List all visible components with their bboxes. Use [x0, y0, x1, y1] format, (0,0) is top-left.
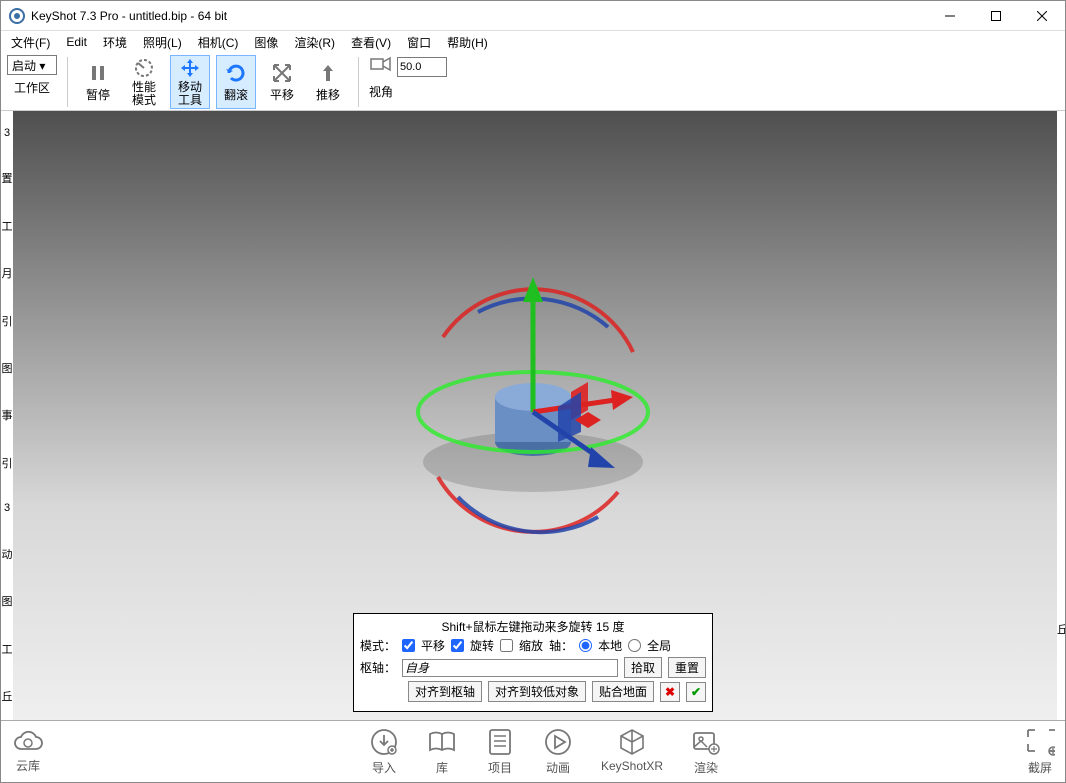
- title-text: KeyShot 7.3 Pro - untitled.bip - 64 bit: [31, 9, 227, 23]
- pause-button[interactable]: 暂停: [78, 55, 118, 109]
- import-button[interactable]: 导入: [369, 727, 399, 776]
- close-button[interactable]: [1019, 1, 1065, 31]
- move-tool-button[interactable]: 移动 工具: [170, 55, 210, 109]
- render-button[interactable]: 渲染: [691, 727, 721, 776]
- workspace-label: 工作区: [14, 79, 50, 96]
- fov-icon: [370, 55, 392, 77]
- dolly-icon: [317, 62, 339, 84]
- screenshot-button[interactable]: 截屏: [1025, 727, 1055, 776]
- radio-local[interactable]: [579, 639, 592, 652]
- tumble-button[interactable]: 翻滚: [216, 55, 256, 109]
- mode-label: 模式：: [360, 637, 396, 654]
- bottom-bar: 云库 导入 库 项目 动画 KeyShotXR 渲染 截屏: [1, 720, 1065, 782]
- menu-image[interactable]: 图像: [248, 32, 284, 53]
- chk-scale[interactable]: [500, 639, 513, 652]
- pivot-label: 枢轴：: [360, 659, 396, 676]
- align-low-button[interactable]: 对齐到较低对象: [488, 681, 586, 702]
- snap-ground-button[interactable]: 贴合地面: [592, 681, 654, 702]
- render-icon: [691, 727, 721, 757]
- menu-bar: 文件(F) Edit 环境 照明(L) 相机(C) 图像 渲染(R) 查看(V)…: [1, 31, 1065, 53]
- pause-icon: [87, 62, 109, 84]
- confirm-button[interactable]: ✔: [686, 682, 706, 702]
- maximize-button[interactable]: [973, 1, 1019, 31]
- pick-button[interactable]: 拾取: [624, 657, 662, 678]
- left-ruler: 3置工月引图事引3动图工丘: [1, 111, 13, 720]
- perf-button[interactable]: 性能 模式: [124, 55, 164, 109]
- viewport[interactable]: 3置工月引图事引3动图工丘 丘 Shift+鼠标左键拖动来多旋转 15 度 模式…: [1, 111, 1065, 720]
- move-icon: [179, 57, 201, 79]
- reset-button[interactable]: 重置: [668, 657, 706, 678]
- perf-icon: [133, 57, 155, 79]
- toolbar-divider: [67, 57, 68, 107]
- menu-light[interactable]: 照明(L): [137, 32, 188, 53]
- project-button[interactable]: 项目: [485, 727, 515, 776]
- align-pivot-button[interactable]: 对齐到枢轴: [408, 681, 482, 702]
- screenshot-icon: [1025, 727, 1055, 757]
- animation-button[interactable]: 动画: [543, 727, 573, 776]
- dolly-button[interactable]: 推移: [308, 55, 348, 109]
- transform-panel: Shift+鼠标左键拖动来多旋转 15 度 模式： 平移 旋转 缩放 轴： 本地…: [353, 613, 713, 712]
- library-button[interactable]: 库: [427, 727, 457, 776]
- title-bar: KeyShot 7.3 Pro - untitled.bip - 64 bit: [1, 1, 1065, 31]
- toolbar-divider: [358, 57, 359, 107]
- radio-global[interactable]: [628, 639, 641, 652]
- cancel-button[interactable]: ✖: [660, 682, 680, 702]
- import-icon: [369, 727, 399, 757]
- toolbar: 启动 ▾ 工作区 暂停 性能 模式 移动 工具 翻滚 平移 推移 视角: [1, 53, 1065, 111]
- app-icon: [9, 8, 25, 24]
- transform-gizmo[interactable]: [383, 242, 683, 542]
- hint-text: Shift+鼠标左键拖动来多旋转 15 度: [360, 618, 706, 635]
- menu-env[interactable]: 环境: [97, 32, 133, 53]
- menu-edit[interactable]: Edit: [60, 33, 93, 51]
- animation-icon: [543, 727, 573, 757]
- xr-icon: [617, 727, 647, 757]
- launch-select[interactable]: 启动 ▾: [7, 55, 57, 75]
- tumble-icon: [225, 62, 247, 84]
- fov-input[interactable]: [397, 57, 447, 77]
- pan-button[interactable]: 平移: [262, 55, 302, 109]
- axis-label: 轴：: [549, 637, 573, 654]
- cloud-icon: [11, 729, 45, 757]
- menu-render[interactable]: 渲染(R): [288, 32, 341, 53]
- keyshotxr-button[interactable]: KeyShotXR: [601, 727, 663, 776]
- chk-rot[interactable]: [451, 639, 464, 652]
- right-ruler: 丘: [1057, 111, 1065, 720]
- cloud-library-button[interactable]: 云库: [11, 729, 45, 774]
- fov-group: 视角: [369, 55, 447, 109]
- menu-camera[interactable]: 相机(C): [192, 32, 245, 53]
- menu-view[interactable]: 查看(V): [345, 32, 397, 53]
- menu-help[interactable]: 帮助(H): [441, 32, 494, 53]
- menu-window[interactable]: 窗口: [401, 32, 437, 53]
- library-icon: [427, 727, 457, 757]
- minimize-button[interactable]: [927, 1, 973, 31]
- project-icon: [485, 727, 515, 757]
- pan-icon: [271, 62, 293, 84]
- pivot-input[interactable]: [402, 659, 618, 677]
- chk-pan[interactable]: [402, 639, 415, 652]
- menu-file[interactable]: 文件(F): [5, 32, 56, 53]
